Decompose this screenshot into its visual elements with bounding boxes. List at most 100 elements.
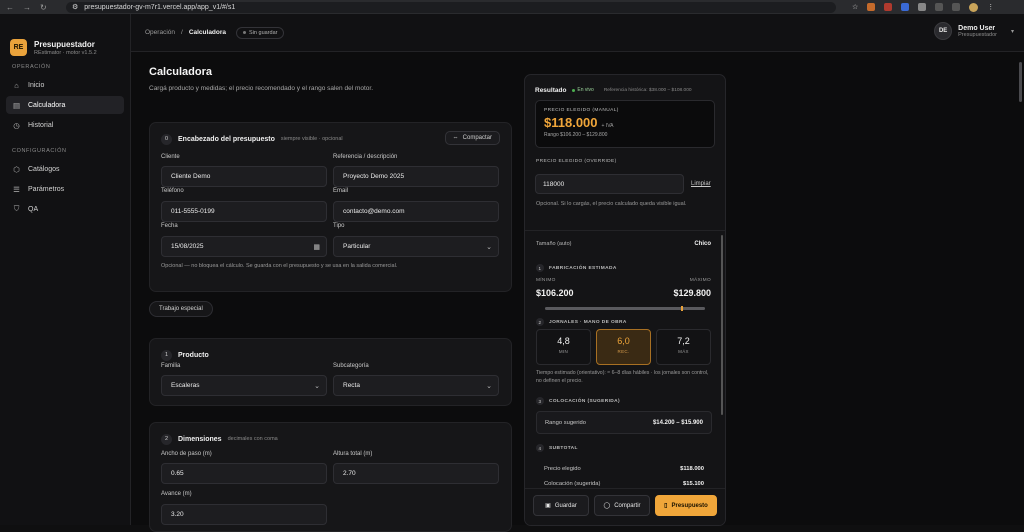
altura-input[interactable]: 2.70 xyxy=(333,463,499,484)
shield-icon: ⛉ xyxy=(13,204,20,213)
familia-value: Escaleras xyxy=(171,382,200,389)
telefono-label: Teléfono xyxy=(161,188,184,194)
override-label: PRECIO ELEGIDO (OVERRIDE) xyxy=(536,159,617,164)
sidebar-item-parametros[interactable]: ☰ Parámetros xyxy=(6,180,124,198)
avance-input[interactable]: 3.20 xyxy=(161,504,327,525)
referencia-label: Referencia / descripción xyxy=(333,154,398,160)
extension-icon[interactable] xyxy=(884,3,893,11)
colocacion-label: Rango sugerido xyxy=(545,419,586,426)
card-title: Dimensiones xyxy=(178,435,222,443)
forward-icon[interactable]: → xyxy=(23,3,31,12)
cliente-input[interactable]: Cliente Demo xyxy=(161,166,327,187)
subcategoria-select[interactable]: Recta ⌄ xyxy=(333,375,499,396)
clear-override-link[interactable]: Limpiar xyxy=(691,181,711,187)
user-menu[interactable]: DE Demo User Presupuestador ▾ xyxy=(934,22,1014,40)
result-scrollbar[interactable] xyxy=(721,235,723,415)
colocacion-value: $14.200 – $15.900 xyxy=(652,419,703,426)
result-actions: ▣ Guardar ◯ Compartir ▯ Presupuesto xyxy=(525,488,725,525)
chevron-down-icon: ⌄ xyxy=(314,382,320,390)
override-note: Opcional. Si lo cargás, el precio calcul… xyxy=(536,201,687,207)
main-content: Calculadora Cargá producto y medidas; el… xyxy=(131,52,1024,532)
address-bar[interactable]: ⚙ presupuestador-gv-m7r1.vercel.app/app_… xyxy=(66,1,836,13)
cliente-label: Cliente xyxy=(161,154,180,160)
avance-value: 3.20 xyxy=(171,511,184,518)
url-text: presupuestador-gv-m7r1.vercel.app/app_v1… xyxy=(84,3,236,11)
back-icon[interactable]: ← xyxy=(6,3,14,12)
quote-button[interactable]: ▯ Presupuesto xyxy=(655,495,717,516)
save-button[interactable]: ▣ Guardar xyxy=(533,495,589,516)
extension-icon[interactable] xyxy=(935,3,944,11)
extension-icon[interactable] xyxy=(867,3,876,11)
sidebar-item-label: Calculadora xyxy=(28,101,66,109)
sidebar-item-label: QA xyxy=(28,205,39,213)
jornales-max-value: 7,2 xyxy=(677,336,690,346)
brand[interactable]: RE Presupuestador REstimator · motor v1.… xyxy=(0,14,130,64)
override-input[interactable]: 118000 xyxy=(535,174,684,194)
live-label: En vivo xyxy=(577,87,594,93)
subtotal-value: $118.000 xyxy=(680,466,704,472)
sidebar-item-calculadora[interactable]: ▤ Calculadora xyxy=(6,96,124,114)
calendar-icon[interactable]: ▦ xyxy=(313,243,320,251)
trabajo-especial-toggle[interactable]: Trabajo especial xyxy=(149,301,213,317)
step-number: 0 xyxy=(161,133,172,145)
user-name: Demo User xyxy=(958,24,996,32)
familia-select[interactable]: Escaleras ⌄ xyxy=(161,375,327,396)
min-value: $106.200 xyxy=(536,288,574,298)
result-breakdown[interactable]: Tamaño (auto) Chico 1 FABRICACIÓN ESTIMA… xyxy=(525,231,725,487)
share-button[interactable]: ◯ Compartir xyxy=(594,495,650,516)
jornales-rec-box[interactable]: 6,0 REC. xyxy=(596,329,651,365)
result-panel: Resultado En vivo Referencia histórica: … xyxy=(524,74,726,526)
site-info-icon[interactable]: ⚙ xyxy=(72,3,78,11)
catalog-icon: ⬡ xyxy=(13,164,20,174)
menu-icon[interactable]: ⋮ xyxy=(987,3,994,11)
dimensiones-card: 2 Dimensiones decimales con coma Ancho d… xyxy=(149,422,512,532)
telefono-input[interactable]: 011-5555-0199 xyxy=(161,201,327,222)
jornales-min-box: 4,8 MIN xyxy=(536,329,591,365)
jornales-min-label: MIN xyxy=(558,349,569,354)
subtotal-row: Colocación (sugerida) $15.100 xyxy=(544,481,704,487)
price-iva: + IVA xyxy=(601,123,614,129)
extension-icon[interactable] xyxy=(901,3,910,11)
sidebar-item-label: Historial xyxy=(28,121,54,129)
telefono-value: 011-5555-0199 xyxy=(171,208,215,215)
familia-label: Familia xyxy=(161,363,181,369)
ancho-input[interactable]: 0.65 xyxy=(161,463,327,484)
sidebar-item-historial[interactable]: ◷ Historial xyxy=(6,116,124,134)
max-value: $129.800 xyxy=(673,288,711,298)
extension-icon[interactable] xyxy=(918,3,927,11)
card-title: Encabezado del presupuesto xyxy=(178,135,275,143)
jornales-max-box: 7,2 MÁX xyxy=(656,329,711,365)
compact-button[interactable]: ⇔ Compactar xyxy=(444,131,500,145)
breadcrumb-current: Calculadora xyxy=(188,29,227,36)
subtotal-label: Colocación (sugerida) xyxy=(544,481,601,487)
result-title: Resultado xyxy=(535,86,567,94)
tipo-select[interactable]: Particular ⌄ xyxy=(333,236,499,257)
subtotal-value: $15.100 xyxy=(683,481,704,487)
fecha-input[interactable]: 15/08/2025 ▦ xyxy=(161,236,327,257)
chevron-down-icon: ⌄ xyxy=(486,382,492,390)
profile-icon[interactable] xyxy=(969,2,979,12)
step-number: 2 xyxy=(536,318,544,326)
fabrication-range-bar xyxy=(545,306,705,311)
save-status-label: Sin guardar xyxy=(249,29,278,36)
status-dot-icon xyxy=(243,31,247,34)
page-scrollbar[interactable] xyxy=(1019,62,1022,102)
sidebar-item-catalogos[interactable]: ⬡ Catálogos xyxy=(6,160,124,178)
min-label: MÍNIMO xyxy=(536,278,556,283)
breadcrumb-parent[interactable]: Operación xyxy=(145,29,175,36)
sidebar: RE Presupuestador REstimator · motor v1.… xyxy=(0,14,131,525)
sidebar-item-inicio[interactable]: ⌂ Inicio xyxy=(6,76,124,94)
extensions-puzzle-icon[interactable] xyxy=(952,3,961,11)
colocacion-section-title: 3 COLOCACIÓN (SUGERIDA) xyxy=(536,397,620,405)
subtotal-label: Precio elegido xyxy=(544,466,581,472)
browser-nav: ← → ↻ xyxy=(0,3,66,12)
sidebar-item-qa[interactable]: ⛉ QA xyxy=(6,200,124,218)
card-title: Producto xyxy=(178,351,209,359)
history-icon: ◷ xyxy=(13,120,20,130)
save-label: Guardar xyxy=(554,502,577,509)
email-field[interactable]: contacto@demo.com xyxy=(333,201,499,222)
referencia-input[interactable]: Proyecto Demo 2025 xyxy=(333,166,499,187)
reload-icon[interactable]: ↻ xyxy=(40,3,47,12)
altura-label: Altura total (m) xyxy=(333,451,373,457)
bookmark-star-icon[interactable]: ☆ xyxy=(852,3,858,11)
